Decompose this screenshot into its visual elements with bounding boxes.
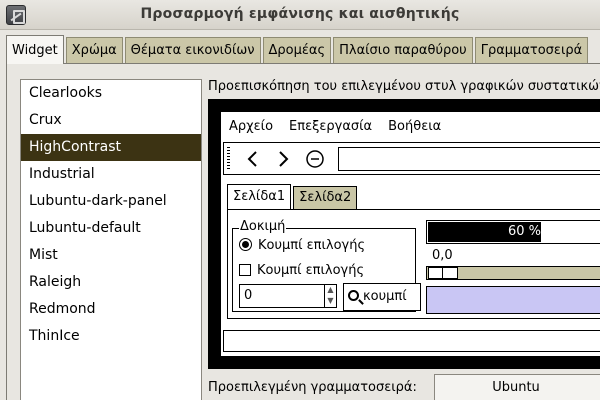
theme-item-lubuntu-default[interactable]: Lubuntu-default <box>21 215 201 242</box>
radio-label: Κουμπί επιλογής <box>258 238 366 253</box>
font-chooser-button[interactable]: Ubuntu <box>434 374 600 400</box>
tab-font[interactable]: Γραμματοσειρά <box>474 37 589 64</box>
theme-item-industrial[interactable]: Industrial <box>21 161 201 188</box>
find-button[interactable]: κουμπί <box>343 283 421 311</box>
preview-window: Αρχείο Επεξεργασία Βοήθεια Σελίδα1 Σελίδ… <box>221 112 600 356</box>
progress-text: 60 % <box>507 224 541 239</box>
preview-menubar: Αρχείο Επεξεργασία Βοήθεια <box>221 114 449 140</box>
toolbar-entry[interactable] <box>338 147 600 171</box>
theme-item-redmond[interactable]: Redmond <box>21 296 201 323</box>
progress-bar: 60 % <box>426 220 600 244</box>
menu-help[interactable]: Βοήθεια <box>380 114 449 140</box>
color-swatch-area <box>426 286 600 314</box>
tab-widget[interactable]: Widget <box>6 35 64 64</box>
tab-cursor[interactable]: Δρομέας <box>262 37 332 64</box>
preview-notebook-tabs: Σελίδα1 Σελίδα2 <box>227 184 359 210</box>
theme-item-raleigh[interactable]: Raleigh <box>21 269 201 296</box>
scale-handle[interactable] <box>428 267 458 279</box>
radio-indicator <box>239 238 252 251</box>
theme-item-crux[interactable]: Crux <box>21 107 201 134</box>
back-arrow-icon[interactable] <box>240 147 266 171</box>
spin-button[interactable]: 0 ▲ ▼ <box>239 284 337 308</box>
title-bar: Προσαρμογή εμφάνισης και αισθητικής <box>0 0 600 30</box>
frame-label: Δοκιμή <box>239 219 287 234</box>
tab-color[interactable]: Χρώμα <box>65 37 123 64</box>
tab-bar: Widget Χρώμα Θέματα εικονιδίων Δρομέας Π… <box>6 35 590 64</box>
theme-list[interactable]: Clearlooks Crux HighContrast Industrial … <box>20 79 202 400</box>
radio-button[interactable]: Κουμπί επιλογής <box>239 235 365 257</box>
preview-label: Προεπισκόπηση του επιλεγμένου στυλ γραφι… <box>208 79 600 94</box>
preview-statusbar <box>223 330 600 352</box>
theme-item-clearlooks[interactable]: Clearlooks <box>21 80 201 107</box>
test-frame: Δοκιμή Κουμπί επιλογής Κουμπί επιλογής 0… <box>232 219 421 312</box>
menu-edit[interactable]: Επεξεργασία <box>281 114 380 140</box>
spin-down-icon[interactable]: ▼ <box>325 296 336 307</box>
widget-preview: Αρχείο Επεξεργασία Βοήθεια Σελίδα1 Σελίδ… <box>208 99 600 369</box>
notebook-tab-page2[interactable]: Σελίδα2 <box>293 186 358 210</box>
spin-arrows[interactable]: ▲ ▼ <box>324 285 336 307</box>
theme-item-lubuntu-dark-panel[interactable]: Lubuntu-dark-panel <box>21 188 201 215</box>
spin-up-icon[interactable]: ▲ <box>325 285 336 296</box>
scale-value: 0,0 <box>432 248 453 263</box>
toolbar-grip-handle[interactable] <box>227 147 230 171</box>
menu-file[interactable]: Αρχείο <box>221 114 281 140</box>
check-label: Κουμπί επιλογής <box>257 263 365 278</box>
scale-slider[interactable] <box>426 266 600 280</box>
magnifier-icon <box>348 290 359 301</box>
check-button[interactable]: Κουμπί επιλογής <box>239 260 364 282</box>
stop-icon[interactable] <box>302 147 328 171</box>
checkbox-indicator <box>239 264 251 276</box>
window-title: Προσαρμογή εμφάνισης και αισθητικής <box>140 6 460 22</box>
preview-toolbar <box>223 142 600 175</box>
theme-item-mist[interactable]: Mist <box>21 242 201 269</box>
spin-value: 0 <box>244 288 253 303</box>
notebook-page: Δοκιμή Κουμπί επιλογής Κουμπί επιλογής 0… <box>227 209 600 319</box>
theme-item-thinice[interactable]: ThinIce <box>21 323 201 350</box>
forward-arrow-icon[interactable] <box>270 147 296 171</box>
theme-item-highcontrast[interactable]: HighContrast <box>21 134 201 161</box>
tab-icon-themes[interactable]: Θέματα εικονιδίων <box>124 37 261 64</box>
tab-window-border[interactable]: Πλαίσιο παραθύρου <box>333 37 473 64</box>
default-font-label: Προεπιλεγμένη γραμματοσειρά: <box>208 380 417 395</box>
notebook-tab-page1[interactable]: Σελίδα1 <box>227 184 292 210</box>
find-button-label: κουμπί <box>363 289 407 304</box>
